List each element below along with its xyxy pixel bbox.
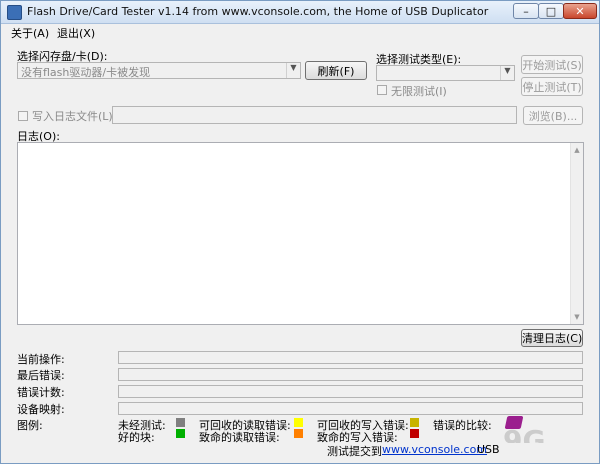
- log-textarea[interactable]: ▲ ▼: [17, 142, 584, 325]
- legend-good-swatch: [176, 429, 185, 438]
- menu-exit[interactable]: 退出(X): [57, 25, 95, 41]
- title-bar[interactable]: Flash Drive/Card Tester v1.14 from www.v…: [1, 1, 599, 24]
- window-title: Flash Drive/Card Tester v1.14 from www.v…: [27, 5, 489, 18]
- unlimited-test-label: 无限测试(I): [391, 85, 447, 98]
- start-test-label: 开始测试(S): [522, 58, 582, 72]
- stop-test-label: 停止测试(T): [522, 80, 582, 94]
- start-test-button[interactable]: 开始测试(S): [521, 55, 583, 74]
- minimize-button[interactable]: –: [513, 3, 539, 19]
- legend-label: 图例:: [17, 419, 43, 432]
- legend-compare-error-label: 错误的比较:: [433, 419, 492, 432]
- app-icon: [7, 5, 22, 20]
- legend-fatal-read-swatch: [294, 429, 303, 438]
- status-bar: 测试提交到 www.vconsole.com USB: [1, 443, 599, 463]
- drive-select-value: 没有flash驱动器/卡被发现: [21, 66, 151, 79]
- current-op-value: [118, 351, 583, 364]
- maximize-button[interactable]: □: [538, 3, 564, 19]
- vconsole-link[interactable]: www.vconsole.com: [382, 443, 487, 456]
- app-window: Flash Drive/Card Tester v1.14 from www.v…: [0, 0, 600, 464]
- legend-fatal-write-swatch: [410, 429, 419, 438]
- write-logfile-checkbox[interactable]: [18, 111, 28, 121]
- maximize-icon: □: [545, 5, 557, 18]
- unlimited-test-checkbox[interactable]: [377, 85, 387, 95]
- error-count-label: 错误计数:: [17, 386, 65, 399]
- menu-bar: 关于(A) 退出(X): [1, 24, 599, 40]
- refresh-button-label: 刷新(F): [317, 64, 355, 78]
- write-logfile-label: 写入日志文件(L): [32, 110, 113, 123]
- last-error-label: 最后错误:: [17, 369, 65, 382]
- chevron-down-icon: ▼: [286, 63, 300, 78]
- close-button[interactable]: ✕: [563, 3, 597, 19]
- clear-log-label: 清理日志(C): [522, 332, 583, 345]
- drive-select[interactable]: 没有flash驱动器/卡被发现 ▼: [17, 62, 301, 79]
- scroll-up-icon[interactable]: ▲: [572, 144, 582, 156]
- refresh-button[interactable]: 刷新(F): [305, 61, 367, 80]
- scroll-down-icon[interactable]: ▼: [572, 311, 582, 323]
- device-map-label: 设备映射:: [17, 403, 65, 416]
- footer-suffix: USB: [477, 443, 500, 456]
- legend-untested-swatch: [176, 418, 185, 427]
- error-count-value: [118, 385, 583, 398]
- chevron-down-icon: ▼: [500, 66, 514, 80]
- legend-recoverable-write-swatch: [410, 418, 419, 427]
- minimize-icon: –: [523, 5, 529, 18]
- stop-test-button[interactable]: 停止测试(T): [521, 77, 583, 96]
- device-map-value: [118, 402, 583, 415]
- log-scrollbar[interactable]: ▲ ▼: [570, 143, 583, 324]
- legend-recoverable-read-swatch: [294, 418, 303, 427]
- menu-about[interactable]: 关于(A): [11, 25, 49, 41]
- browse-button-label: 浏览(B)...: [528, 109, 578, 123]
- browse-button[interactable]: 浏览(B)...: [523, 106, 583, 125]
- footer-prefix: 测试提交到: [327, 445, 382, 458]
- current-op-label: 当前操作:: [17, 353, 65, 366]
- logfile-path-input[interactable]: [112, 106, 517, 124]
- close-icon: ✕: [575, 5, 585, 18]
- last-error-value: [118, 368, 583, 381]
- test-type-select[interactable]: ▼: [376, 65, 515, 81]
- clear-log-button[interactable]: 清理日志(C): [521, 329, 583, 347]
